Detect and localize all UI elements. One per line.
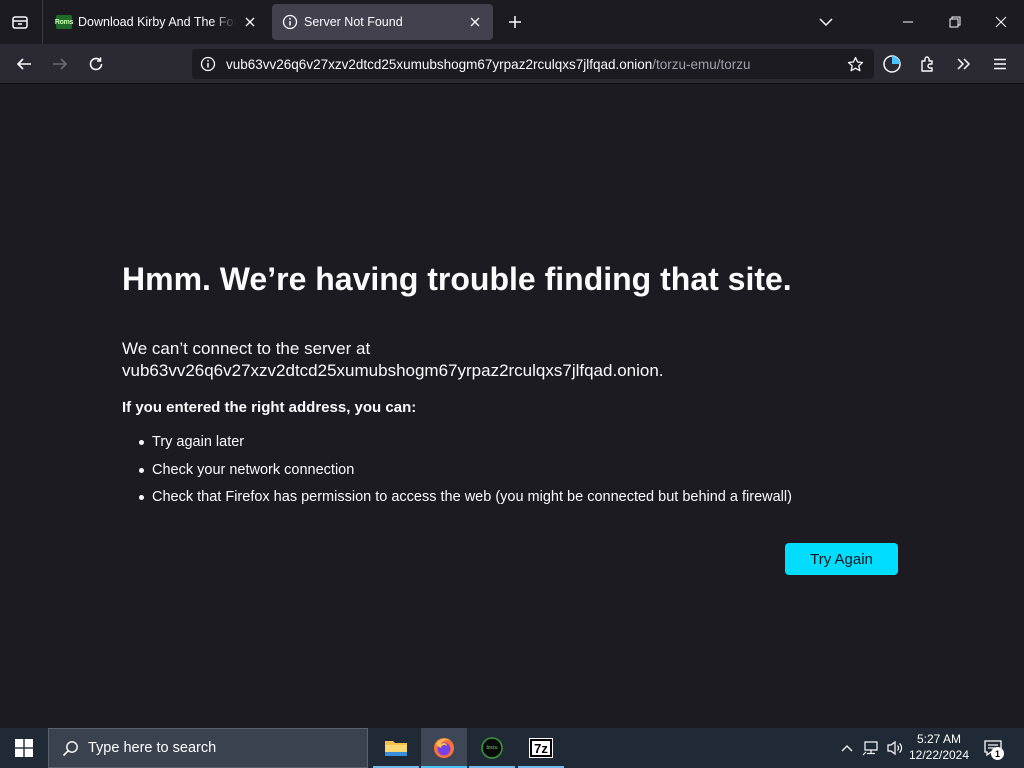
window-close-icon[interactable] [987, 8, 1015, 36]
volume-speaker-icon[interactable] [884, 738, 906, 758]
error-description: We can’t connect to the server at vub63v… [122, 338, 664, 382]
network-icon[interactable] [860, 738, 882, 758]
hamburger-menu-icon[interactable] [986, 50, 1014, 78]
account-circle-icon[interactable] [878, 50, 906, 78]
tab-server-not-found[interactable]: Server Not Found [272, 4, 493, 40]
emulator-icon[interactable]: torzu [469, 728, 515, 768]
emulator-label: torzu [486, 745, 498, 751]
extensions-puzzle-icon[interactable] [914, 50, 942, 78]
chevron-down-icon[interactable] [812, 8, 840, 36]
taskbar-search-box[interactable]: Type here to search [48, 728, 368, 768]
forward-arrow-icon[interactable] [46, 50, 74, 78]
7zip-label: 7z [529, 738, 553, 758]
suggestion-item: Check that Firefox has permission to acc… [122, 487, 792, 515]
address-bar[interactable]: vub63vv26q6v27xzv2dtcd25xumubshogm67yrpa… [192, 49, 874, 79]
search-placeholder: Type here to search [88, 740, 217, 756]
reload-icon[interactable] [82, 50, 110, 78]
tab-title: Download Kirby And The Forgotten Land [78, 15, 236, 29]
tab-kirby-download[interactable]: Roms Download Kirby And The Forgotten La… [46, 4, 268, 40]
url-path: /torzu-emu/torzu [652, 56, 751, 72]
clock-time: 5:27 AM [916, 732, 962, 746]
restore-icon[interactable] [941, 8, 969, 36]
close-icon[interactable] [240, 12, 260, 32]
info-icon [282, 14, 298, 30]
back-arrow-icon[interactable] [10, 50, 38, 78]
tab-list-icon[interactable] [6, 8, 34, 36]
clock-date: 12/22/2024 [908, 748, 970, 762]
roms-favicon-icon: Roms [55, 14, 73, 30]
file-explorer-icon[interactable] [373, 728, 419, 768]
windows-taskbar: Type here to search torzu 7z 5:27 AM 12/… [0, 728, 1024, 768]
try-again-button[interactable]: Try Again [785, 543, 898, 575]
navigation-toolbar: vub63vv26q6v27xzv2dtcd25xumubshogm67yrpa… [0, 44, 1024, 84]
new-tab-plus-icon[interactable] [501, 8, 529, 36]
suggestions-heading: If you entered the right address, you ca… [122, 399, 417, 416]
error-title: Hmm. We’re having trouble finding that s… [122, 261, 792, 297]
suggestion-item: Try again later [122, 432, 792, 460]
error-host-line: vub63vv26q6v27xzv2dtcd25xumubshogm67yrpa… [122, 361, 664, 380]
search-icon [61, 739, 79, 757]
notification-count-badge: 1 [991, 747, 1004, 760]
close-icon[interactable] [465, 12, 485, 32]
tab-strip: Roms Download Kirby And The Forgotten La… [0, 0, 1024, 44]
bookmark-star-icon[interactable] [846, 55, 864, 73]
firefox-icon[interactable] [421, 728, 467, 768]
error-description-line: We can’t connect to the server at [122, 339, 371, 358]
notification-center-icon[interactable]: 1 [978, 734, 1008, 762]
suggestions-list: Try again later Check your network conne… [122, 432, 792, 515]
site-info-icon[interactable] [199, 55, 217, 73]
tab-strip-divider [42, 0, 43, 44]
system-clock[interactable]: 5:27 AM 12/22/2024 [905, 731, 973, 765]
error-page: Hmm. We’re having trouble finding that s… [0, 85, 1024, 728]
url-host: vub63vv26q6v27xzv2dtcd25xumubshogm67yrpa… [226, 56, 653, 72]
suggestion-item: Check your network connection [122, 460, 792, 488]
tab-title: Server Not Found [304, 15, 403, 29]
show-hidden-icons-chevron-icon[interactable] [838, 738, 856, 758]
overflow-chevrons-icon[interactable] [950, 50, 978, 78]
minimize-icon[interactable] [894, 8, 922, 36]
url-text: vub63vv26q6v27xzv2dtcd25xumubshogm67yrpa… [226, 57, 751, 72]
7zip-icon[interactable]: 7z [518, 728, 564, 768]
windows-start-icon[interactable] [0, 728, 48, 768]
